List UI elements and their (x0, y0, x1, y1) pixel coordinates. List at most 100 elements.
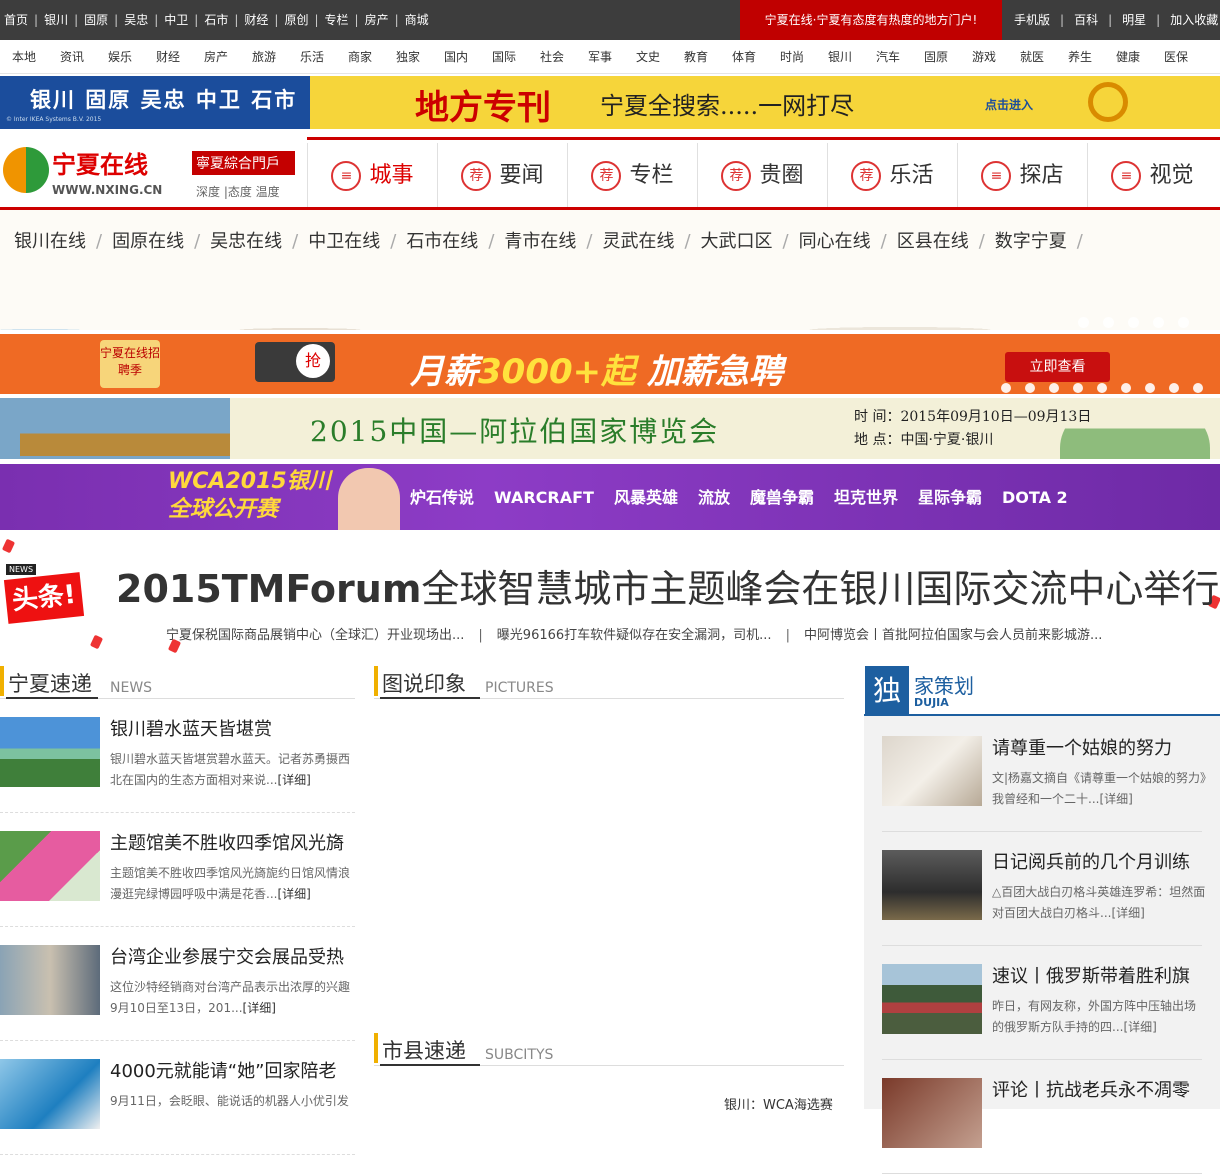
news-thumbnail[interactable] (0, 1059, 100, 1129)
list-item[interactable]: 主题馆美不胜收四季馆风光旖 主题馆美不胜收四季馆风光旖旎约日馆风情浪漫逛完绿博园呼… (0, 831, 355, 927)
news-thumbnail[interactable] (882, 1078, 982, 1148)
category-link[interactable]: 健康 (1104, 40, 1152, 74)
news-thumbnail[interactable] (0, 831, 100, 901)
headline-sub-link[interactable]: 曝光96166打车软件疑似存在安全漏洞，司机... (497, 628, 772, 643)
category-link[interactable]: 娱乐 (96, 40, 144, 74)
category-link[interactable]: 房产 (192, 40, 240, 74)
sub-nav-link[interactable]: 数字宁夏 (995, 231, 1067, 252)
category-link[interactable]: 独家 (384, 40, 432, 74)
news-title[interactable]: 4000元就能请“她”回家陪老 (110, 1057, 336, 1083)
tab-5[interactable]: ≡ 探店 (957, 143, 1087, 207)
category-link[interactable]: 文史 (624, 40, 672, 74)
category-link[interactable]: 体育 (720, 40, 768, 74)
news-title[interactable]: 请尊重一个姑娘的努力 (992, 734, 1172, 760)
slider-dot[interactable] (1178, 317, 1189, 328)
news-thumbnail[interactable] (882, 850, 982, 920)
slider-dot[interactable] (1025, 383, 1035, 393)
category-link[interactable]: 教育 (672, 40, 720, 74)
top-right-link[interactable]: 手机版 (1014, 13, 1050, 27)
news-thumbnail[interactable] (882, 964, 982, 1034)
detail-link[interactable]: [详细] (277, 887, 310, 901)
detail-link[interactable]: [详细] (243, 1001, 276, 1015)
category-link[interactable]: 时尚 (768, 40, 816, 74)
sub-nav-link[interactable]: 区县在线 (897, 231, 969, 252)
slider-dot[interactable] (1193, 383, 1203, 393)
tab-6[interactable]: ≡ 视觉 (1087, 143, 1217, 207)
category-link[interactable]: 汽车 (864, 40, 912, 74)
list-item[interactable]: 银川碧水蓝天皆堪赏 银川碧水蓝天皆堪赏碧水蓝天。记者苏勇摄西北在国内的生态方面相对… (0, 717, 355, 813)
news-title[interactable]: 速议丨俄罗斯带着胜利旗 (992, 962, 1190, 988)
slider-dot[interactable] (1169, 383, 1179, 393)
top-link[interactable]: 银川 (44, 13, 68, 27)
sub-nav-link[interactable]: 固原在线 (112, 231, 184, 252)
list-item[interactable]: 请尊重一个姑娘的努力 文|杨嘉文摘自《请尊重一个姑娘的努力》我曾经和一个二十...… (882, 734, 1206, 832)
top-link[interactable]: 中卫 (164, 13, 188, 27)
top-link[interactable]: 财经 (244, 13, 268, 27)
category-link[interactable]: 旅游 (240, 40, 288, 74)
tab-0[interactable]: ≡ 城事 (307, 143, 437, 207)
category-link[interactable]: 财经 (144, 40, 192, 74)
top-link[interactable]: 专栏 (325, 13, 349, 27)
tab-3[interactable]: 荐贵圈 (697, 143, 827, 207)
site-logo[interactable]: 宁夏在线 WWW.NXING.CN 寧夏綜合門戶 深度 |态度 温度 (0, 139, 305, 205)
category-link[interactable]: 军事 (576, 40, 624, 74)
detail-link[interactable]: [详细] (1123, 1020, 1156, 1034)
news-title[interactable]: 日记阅兵前的几个月训练 (992, 848, 1190, 874)
top-link[interactable]: 吴忠 (124, 13, 148, 27)
headline-sub-link[interactable]: 中阿博览会丨首批阿拉伯国家与会人员前来影城游... (804, 628, 1102, 643)
top-link[interactable]: 固原 (84, 13, 108, 27)
list-item[interactable]: 4000元就能请“她”回家陪老 9月11日，会眨眼、能说话的机器人小优引发 (0, 1059, 355, 1155)
tab-2[interactable]: 荐专栏 (567, 143, 697, 207)
category-link[interactable]: 就医 (1008, 40, 1056, 74)
slider-dot[interactable] (1103, 317, 1114, 328)
slider-dot[interactable] (1049, 383, 1059, 393)
sub-nav-link[interactable]: 石市在线 (406, 231, 478, 252)
sub-nav-link[interactable]: 同心在线 (799, 231, 871, 252)
detail-link[interactable]: [详细] (1111, 906, 1144, 920)
top-right-link[interactable]: 加入收藏 (1170, 13, 1218, 27)
top-link[interactable]: 商城 (405, 13, 429, 27)
list-item[interactable]: 日记阅兵前的几个月训练 △百团大战白刃格斗英雄连罗希：坦然面对百团大战白刃格斗..… (882, 848, 1205, 946)
tab-1[interactable]: 荐要闻 (437, 143, 567, 207)
detail-link[interactable]: [详细] (277, 773, 310, 787)
slider-dot[interactable] (1153, 317, 1164, 328)
sub-nav-link[interactable]: 灵武在线 (602, 231, 674, 252)
slider-dot[interactable] (1078, 317, 1089, 328)
expo-banner[interactable]: 2015中国—阿拉伯国家博览会 时 间：2015年09月10日—09月13日 地… (0, 398, 1220, 459)
category-link[interactable]: 固原 (912, 40, 960, 74)
top-right-link[interactable]: 明星 (1122, 13, 1146, 27)
sub-nav-link[interactable]: 中卫在线 (308, 231, 380, 252)
news-title[interactable]: 主题馆美不胜收四季馆风光旖 (110, 829, 344, 855)
category-link[interactable]: 养生 (1056, 40, 1104, 74)
category-link[interactable]: 资讯 (48, 40, 96, 74)
sub-nav-link[interactable]: 吴忠在线 (210, 231, 282, 252)
headline-title[interactable]: 2015TMForum全球智慧城市主题峰会在银川国际交流中心举行 (116, 558, 1219, 613)
news-title[interactable]: 评论丨抗战老兵永不凋零 (992, 1076, 1190, 1102)
wca-banner[interactable]: WCA2015银川 全球公开赛 炉石传说 WARCRAFT 风暴英雄 流放 魔兽争霸 坦克… (0, 464, 1220, 530)
category-link[interactable]: 国际 (480, 40, 528, 74)
sub-nav-link[interactable]: 银川在线 (14, 231, 86, 252)
local-search-banner[interactable]: 银川 固原 吴忠 中卫 石市 地方专刊 宁夏全搜索.....一网打尽 点击进入 … (0, 76, 1220, 129)
news-title[interactable]: 台湾企业参展宁交会展品受热 (110, 943, 344, 969)
banner-enter-button[interactable]: 点击进入 (985, 96, 1033, 113)
news-title[interactable]: 银川碧水蓝天皆堪赏 (110, 715, 272, 741)
category-link[interactable]: 商家 (336, 40, 384, 74)
list-item[interactable]: 速议丨俄罗斯带着胜利旗 昨日，有网友称，外国方阵中压轴出场的俄罗斯方队手持的四..… (882, 964, 1202, 1060)
category-link[interactable]: 国内 (432, 40, 480, 74)
category-link[interactable]: 银川 (816, 40, 864, 74)
list-item[interactable]: 评论丨抗战老兵永不凋零 (882, 1078, 1202, 1174)
sub-nav-link[interactable]: 青市在线 (504, 231, 576, 252)
category-link[interactable]: 游戏 (960, 40, 1008, 74)
slider-dot[interactable] (1097, 383, 1107, 393)
slider-dot[interactable] (1128, 317, 1139, 328)
top-right-link[interactable]: 百科 (1074, 13, 1098, 27)
sub-nav-link[interactable]: 大武口区 (701, 231, 773, 252)
slider-dot[interactable] (1121, 383, 1131, 393)
news-thumbnail[interactable] (0, 945, 100, 1015)
category-link[interactable]: 本地 (0, 40, 48, 74)
detail-link[interactable]: [详细] (1099, 792, 1132, 806)
slider-dot[interactable] (1073, 383, 1083, 393)
category-link[interactable]: 社会 (528, 40, 576, 74)
promo-slogan[interactable]: 宁夏在线·宁夏有态度有热度的地方门户! (740, 0, 1002, 40)
headline-sub-link[interactable]: 宁夏保税国际商品展销中心（全球汇）开业现场出... (166, 628, 464, 643)
